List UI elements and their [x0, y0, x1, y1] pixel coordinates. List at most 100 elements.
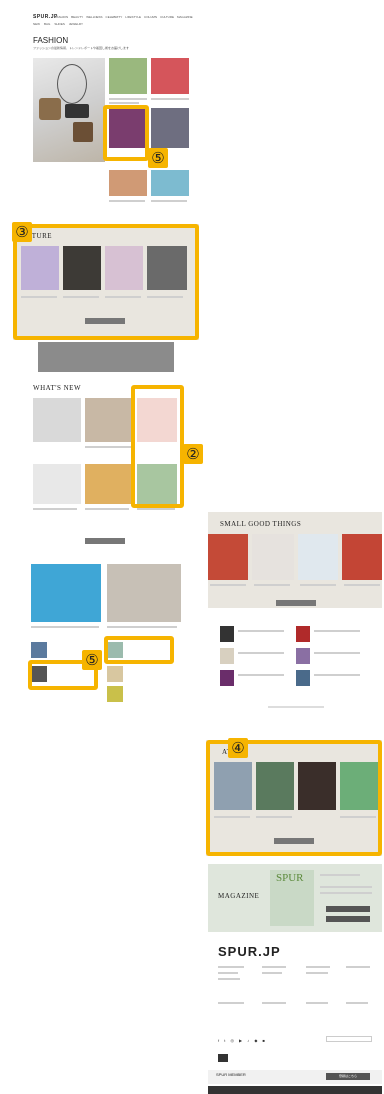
style-thumb[interactable]: [31, 666, 47, 682]
small-good-more-button[interactable]: [276, 600, 316, 606]
caption-line: [85, 446, 131, 448]
footer-search-input[interactable]: [326, 1036, 372, 1042]
sub-nav-item[interactable]: NEW: [33, 22, 40, 26]
feature-thumb[interactable]: [105, 246, 143, 290]
list-thumb[interactable]: [220, 670, 234, 686]
annotation-badge: ③: [12, 222, 32, 242]
global-nav: FASHION BEAUTY WELLNESS CELEBRITY LIFEST…: [55, 15, 195, 19]
nav-item[interactable]: CULTURE: [160, 15, 174, 19]
news-thumb[interactable]: [137, 464, 177, 504]
footer-link[interactable]: [218, 978, 240, 980]
caption-line: [320, 886, 372, 888]
footer-link[interactable]: [306, 966, 330, 968]
style-thumb[interactable]: [31, 642, 47, 658]
ad-banner[interactable]: [38, 342, 174, 372]
caption-line: [314, 652, 360, 654]
product-thumb[interactable]: [252, 534, 294, 580]
feature-thumb[interactable]: [214, 762, 252, 810]
shoe-shape: [65, 104, 89, 118]
footer-link[interactable]: [346, 966, 370, 968]
feature-thumb[interactable]: [256, 762, 294, 810]
whats-new-more-button[interactable]: [85, 538, 125, 544]
small-good-things-title: SMALL GOOD THINGS: [220, 520, 302, 528]
left-page-top: SPUR.JP FASHION BEAUTY WELLNESS CELEBRIT…: [25, 10, 199, 208]
nav-item[interactable]: BEAUTY: [71, 15, 83, 19]
list-thumb[interactable]: [296, 626, 310, 642]
feature-thumb[interactable]: [147, 246, 187, 290]
footer-link[interactable]: [218, 966, 244, 968]
fashion-thumb[interactable]: [109, 108, 147, 148]
footer-link[interactable]: [262, 966, 286, 968]
caption-line: [256, 816, 292, 818]
bag-shape: [73, 122, 93, 142]
caption-line: [109, 102, 139, 104]
magazine-subscribe-button[interactable]: [326, 906, 370, 912]
fashion-thumb[interactable]: [109, 170, 147, 196]
style-thumb[interactable]: [31, 564, 101, 622]
style-thumb[interactable]: [107, 564, 181, 622]
feature-more-button[interactable]: [274, 838, 314, 844]
fashion-thumb[interactable]: [109, 58, 147, 94]
footer-link[interactable]: [262, 1002, 286, 1004]
news-thumb[interactable]: [137, 398, 177, 442]
list-thumb[interactable]: [296, 670, 310, 686]
fashion-hero-image[interactable]: [33, 58, 105, 162]
caption-line: [340, 816, 376, 818]
footer-link[interactable]: [346, 1002, 368, 1004]
nav-item[interactable]: WELLNESS: [86, 15, 102, 19]
magazine-detail-button[interactable]: [326, 916, 370, 922]
fashion-title: FASHION: [33, 36, 69, 45]
footer-link[interactable]: [218, 972, 238, 974]
newsletter-join-button[interactable]: 登録はこちら: [326, 1073, 370, 1080]
sub-nav-item[interactable]: SHOES: [54, 22, 65, 26]
fashion-thumb[interactable]: [151, 58, 189, 94]
newsletter-bar: SPUR MEMBER 登録はこちら: [208, 1070, 382, 1084]
fashion-thumb[interactable]: [151, 108, 189, 148]
nav-item[interactable]: FASHION: [55, 15, 68, 19]
magazine-cover-logo: SPUR: [276, 872, 304, 884]
nav-item[interactable]: CELEBRITY: [106, 15, 123, 19]
style-thumb[interactable]: [107, 666, 123, 682]
whats-new-section: WHAT'S NEW: [25, 380, 199, 548]
footer-link[interactable]: [306, 972, 328, 974]
caption-line: [105, 296, 141, 298]
caption-line: [33, 508, 77, 510]
footer-link[interactable]: [262, 972, 282, 974]
list-thumb[interactable]: [220, 626, 234, 642]
feature-thumb[interactable]: [63, 246, 101, 290]
footer-logo[interactable]: SPUR.JP: [218, 944, 281, 959]
sub-nav-item[interactable]: BAG: [44, 22, 50, 26]
product-thumb[interactable]: [208, 534, 248, 580]
news-thumb[interactable]: [85, 398, 135, 442]
news-thumb[interactable]: [33, 398, 81, 442]
social-icons[interactable]: f t ◎ ▶ ♪ ◆ ■: [218, 1038, 267, 1043]
feature-thumb[interactable]: [340, 762, 378, 810]
feature-thumb[interactable]: [298, 762, 336, 810]
news-thumb[interactable]: [33, 464, 81, 504]
footer-link[interactable]: [306, 1002, 328, 1004]
footer-link[interactable]: [218, 1002, 244, 1004]
product-thumb[interactable]: [298, 534, 338, 580]
list-thumb[interactable]: [220, 648, 234, 664]
caption-line: [151, 200, 187, 202]
feature-thumb[interactable]: [21, 246, 59, 290]
caption-line: [238, 674, 284, 676]
news-thumb[interactable]: [85, 464, 135, 504]
bag-shape: [39, 98, 61, 120]
magazine-cover[interactable]: SPUR: [270, 870, 314, 926]
fashion-thumb[interactable]: [151, 170, 189, 196]
nav-item[interactable]: MAGAZINE: [177, 15, 193, 19]
caption-line: [107, 626, 177, 628]
caption-line: [31, 626, 99, 628]
footer-link-columns: [218, 966, 374, 1030]
nav-item[interactable]: LIFESTYLE: [125, 15, 141, 19]
feature-more-button[interactable]: [85, 318, 125, 324]
nav-item[interactable]: COLUMN: [144, 15, 157, 19]
style-thumb[interactable]: [107, 686, 123, 702]
sub-nav-item[interactable]: JEWELRY: [69, 22, 83, 26]
caption-line: [63, 296, 99, 298]
list-thumb[interactable]: [296, 648, 310, 664]
pagination[interactable]: [268, 706, 324, 708]
product-thumb[interactable]: [342, 534, 382, 580]
style-thumb[interactable]: [107, 642, 123, 658]
